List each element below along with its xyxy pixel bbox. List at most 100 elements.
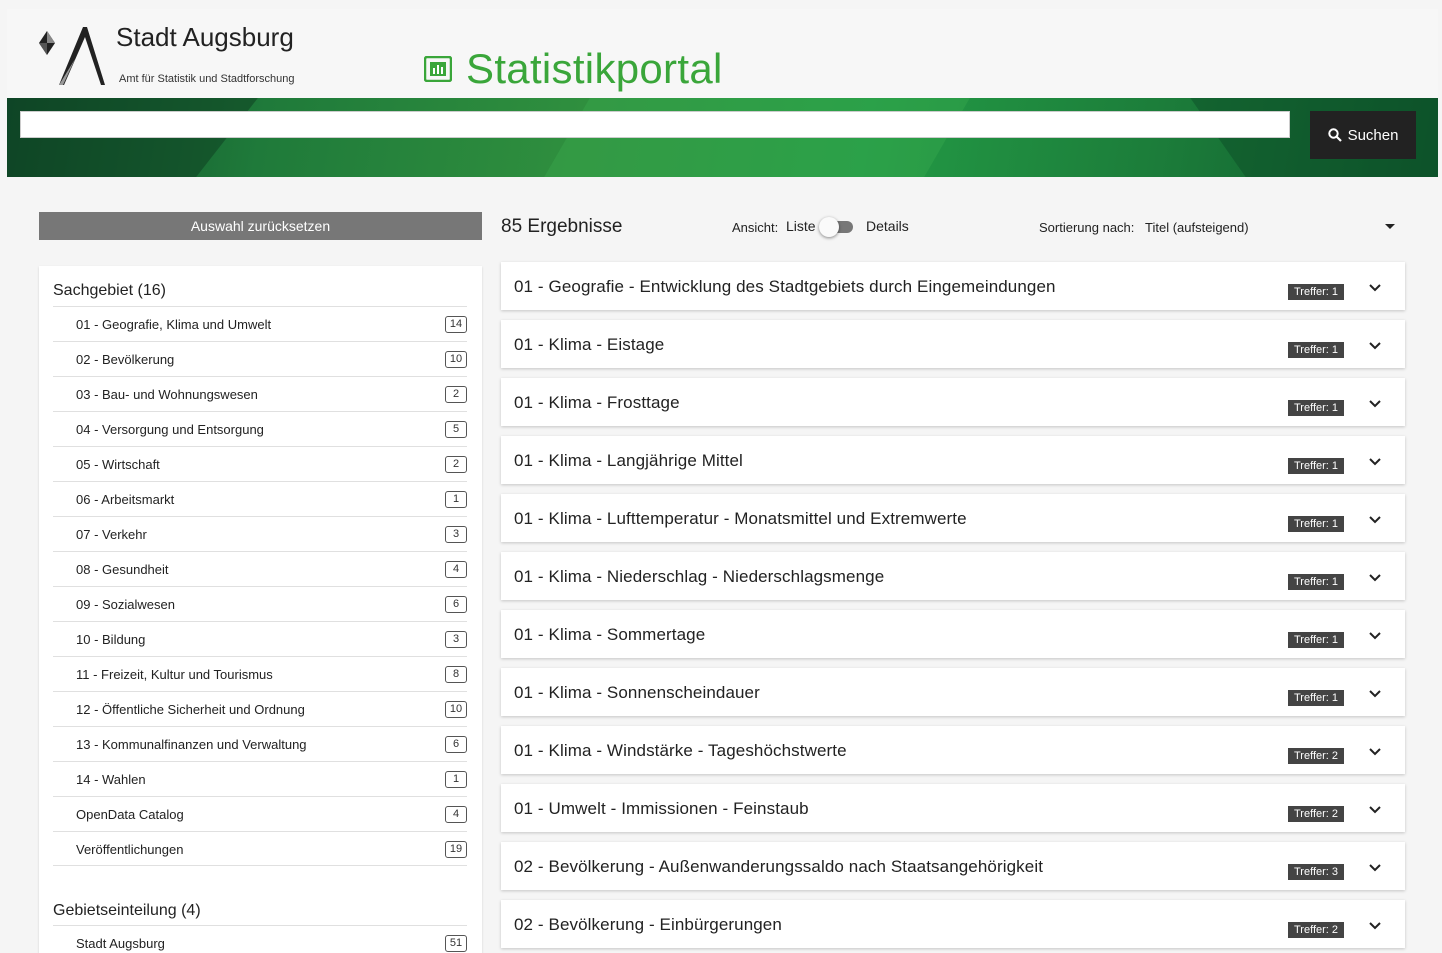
facet-label: 13 - Kommunalfinanzen und Verwaltung (76, 737, 307, 752)
chevron-down-icon[interactable] (1368, 921, 1382, 931)
facet-item[interactable]: 03 - Bau- und Wohnungswesen 2 (53, 376, 467, 411)
result-card[interactable]: 01 - Klima - Frosttage Treffer: 1 (501, 378, 1405, 426)
facet-item[interactable]: 02 - Bevölkerung 10 (53, 341, 467, 376)
search-button[interactable]: Suchen (1310, 111, 1416, 159)
facet-item[interactable]: 06 - Arbeitsmarkt 1 (53, 481, 467, 516)
result-title[interactable]: 01 - Klima - Sonnenscheindauer (514, 683, 760, 703)
view-toggle-switch[interactable] (819, 217, 853, 237)
facet-count-badge: 4 (445, 561, 467, 578)
result-card[interactable]: 02 - Bevölkerung - Außenwanderungssaldo … (501, 842, 1405, 890)
result-title[interactable]: 01 - Klima - Frosttage (514, 393, 680, 413)
result-card[interactable]: 02 - Bevölkerung - Einbürgerungen Treffer… (501, 900, 1405, 948)
chevron-down-icon[interactable] (1368, 457, 1382, 467)
hit-count-badge: Treffer: 2 (1288, 806, 1345, 822)
chevron-down-icon[interactable] (1368, 341, 1382, 351)
facet-group-title: Gebietseinteilung (4) (53, 902, 201, 919)
search-input[interactable] (20, 111, 1290, 138)
facet-label: 01 - Geografie, Klima und Umwelt (76, 317, 272, 332)
facet-label: 12 - Öffentliche Sicherheit und Ordnung (76, 702, 305, 717)
facet-count-badge: 14 (445, 316, 467, 333)
facet-label: 03 - Bau- und Wohnungswesen (76, 387, 258, 402)
result-card[interactable]: 01 - Klima - Sommertage Treffer: 1 (501, 610, 1405, 658)
facet-item[interactable]: 08 - Gesundheit 4 (53, 551, 467, 586)
result-card[interactable]: 01 - Klima - Langjährige Mittel Treffer: … (501, 436, 1405, 484)
facet-item[interactable]: 07 - Verkehr 3 (53, 516, 467, 551)
facet-item[interactable]: 13 - Kommunalfinanzen und Verwaltung 6 (53, 726, 467, 761)
hit-count-badge: Treffer: 1 (1288, 400, 1345, 416)
facet-item[interactable]: 04 - Versorgung und Entsorgung 5 (53, 411, 467, 446)
facet-count-badge: 8 (445, 666, 467, 683)
facet-panel: Sachgebiet (16) 01 - Geografie, Klima un… (39, 266, 482, 953)
results-list: 01 - Geografie - Entwicklung des Stadtge… (501, 262, 1405, 953)
facet-item[interactable]: 01 - Geografie, Klima und Umwelt 14 (53, 306, 467, 341)
result-title[interactable]: 01 - Umwelt - Immissionen - Feinstaub (514, 799, 809, 819)
portal-brand[interactable]: Statistikportal (424, 45, 723, 93)
caret-down-icon[interactable] (1385, 224, 1395, 229)
result-title[interactable]: 01 - Klima - Niederschlag - Niederschlag… (514, 567, 884, 587)
result-card[interactable]: 01 - Klima - Lufttemperatur - Monatsmitt… (501, 494, 1405, 542)
facet-item[interactable]: 14 - Wahlen 1 (53, 761, 467, 796)
facet-count-badge: 6 (445, 596, 467, 613)
facet-item[interactable]: Stadt Augsburg 51 (53, 925, 467, 953)
chevron-down-icon[interactable] (1368, 689, 1382, 699)
hit-count-badge: Treffer: 1 (1288, 284, 1345, 300)
facet-item[interactable]: 11 - Freizeit, Kultur und Tourismus 8 (53, 656, 467, 691)
result-title[interactable]: 02 - Bevölkerung - Einbürgerungen (514, 915, 782, 935)
statistics-chart-icon (424, 56, 452, 82)
hit-count-badge: Treffer: 1 (1288, 458, 1345, 474)
result-title[interactable]: 02 - Bevölkerung - Außenwanderungssaldo … (514, 857, 1043, 877)
result-title[interactable]: 01 - Geografie - Entwicklung des Stadtge… (514, 277, 1056, 297)
facet-label: OpenData Catalog (76, 807, 184, 822)
result-card[interactable]: 01 - Umwelt - Immissionen - Feinstaub Tre… (501, 784, 1405, 832)
facet-label: 14 - Wahlen (76, 772, 146, 787)
result-card[interactable]: 01 - Klima - Windstärke - Tageshöchstwer… (501, 726, 1405, 774)
facet-count-badge: 10 (445, 701, 467, 718)
facet-count-badge: 2 (445, 386, 467, 403)
chevron-down-icon[interactable] (1368, 573, 1382, 583)
city-name: Stadt Augsburg (116, 22, 294, 52)
result-title[interactable]: 01 - Klima - Langjährige Mittel (514, 451, 743, 471)
result-card[interactable]: 01 - Geografie - Entwicklung des Stadtge… (501, 262, 1405, 310)
facet-label: 08 - Gesundheit (76, 562, 169, 577)
facet-count-badge: 1 (445, 491, 467, 508)
facet-count-badge: 4 (445, 806, 467, 823)
facet-item[interactable]: 12 - Öffentliche Sicherheit und Ordnung 1… (53, 691, 467, 726)
chevron-down-icon[interactable] (1368, 399, 1382, 409)
facet-item[interactable]: 09 - Sozialwesen 6 (53, 586, 467, 621)
result-title[interactable]: 01 - Klima - Lufttemperatur - Monatsmitt… (514, 509, 967, 529)
chevron-down-icon[interactable] (1368, 515, 1382, 525)
chevron-down-icon[interactable] (1368, 863, 1382, 873)
result-title[interactable]: 01 - Klima - Windstärke - Tageshöchstwer… (514, 741, 847, 761)
facet-item[interactable]: OpenData Catalog 4 (53, 796, 467, 831)
chevron-down-icon[interactable] (1368, 805, 1382, 815)
chevron-down-icon[interactable] (1368, 283, 1382, 293)
result-title[interactable]: 01 - Klima - Eistage (514, 335, 664, 355)
chevron-down-icon[interactable] (1368, 747, 1382, 757)
portal-title: Statistikportal (466, 45, 723, 92)
facet-label: 06 - Arbeitsmarkt (76, 492, 175, 507)
facet-count-badge: 10 (445, 351, 467, 368)
facet-item[interactable]: 10 - Bildung 3 (53, 621, 467, 656)
hit-count-badge: Treffer: 1 (1288, 516, 1345, 532)
facet-label: 05 - Wirtschaft (76, 457, 160, 472)
result-card[interactable]: 01 - Klima - Sonnenscheindauer Treffer: 1 (501, 668, 1405, 716)
facet-label: 07 - Verkehr (76, 527, 147, 542)
hit-count-badge: Treffer: 2 (1288, 922, 1345, 938)
hit-count-badge: Treffer: 1 (1288, 632, 1345, 648)
search-button-label: Suchen (1347, 126, 1399, 144)
facet-item[interactable]: Veröffentlichungen 19 (53, 831, 467, 866)
chevron-down-icon[interactable] (1368, 631, 1382, 641)
view-option-list[interactable]: Liste (786, 218, 816, 234)
facet-label: 04 - Versorgung und Entsorgung (76, 422, 264, 437)
augsburg-logo-icon (39, 27, 105, 85)
facet-count-badge: 3 (445, 526, 467, 543)
reset-selection-button[interactable]: Auswahl zurücksetzen (39, 212, 482, 240)
view-option-details[interactable]: Details (866, 218, 909, 234)
sort-select[interactable]: Titel (aufsteigend) (1145, 220, 1249, 235)
result-card[interactable]: 01 - Klima - Niederschlag - Niederschlag… (501, 552, 1405, 600)
facet-count-badge: 6 (445, 736, 467, 753)
result-card[interactable]: 01 - Klima - Eistage Treffer: 1 (501, 320, 1405, 368)
result-title[interactable]: 01 - Klima - Sommertage (514, 625, 705, 645)
facet-item[interactable]: 05 - Wirtschaft 2 (53, 446, 467, 481)
toggle-knob (819, 217, 839, 237)
